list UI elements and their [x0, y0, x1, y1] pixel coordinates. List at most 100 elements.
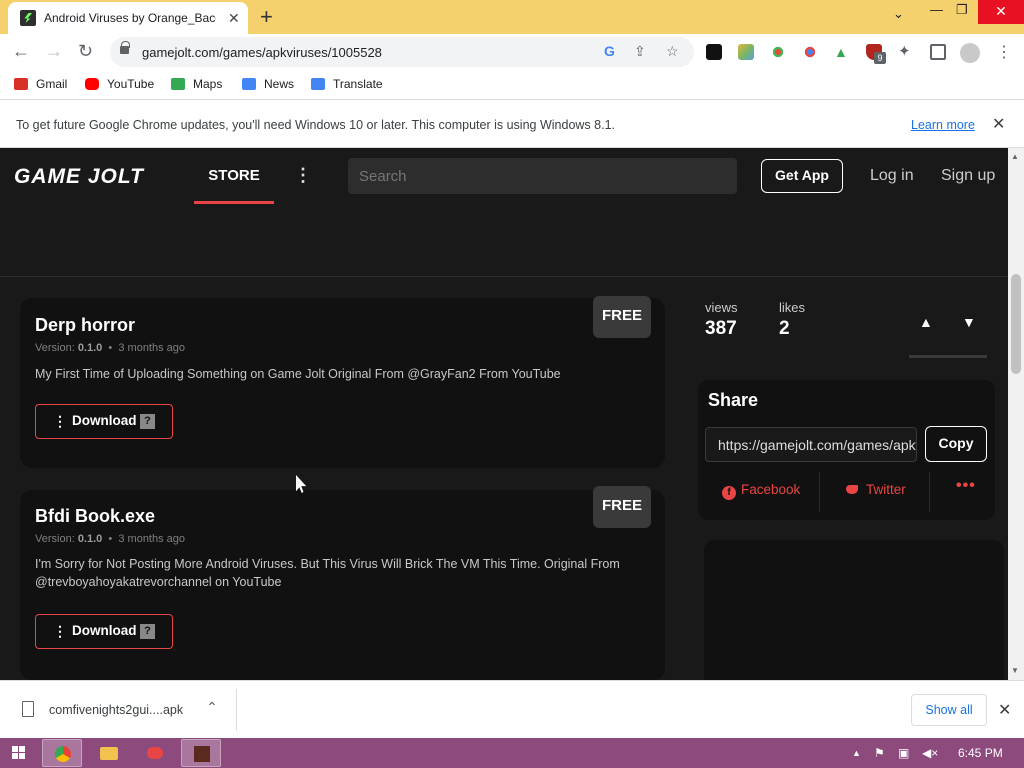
nav-store-tab[interactable]: STORE: [194, 148, 274, 204]
extension-roblox-icon[interactable]: [706, 44, 722, 60]
taskbar-explorer-icon[interactable]: [89, 739, 129, 767]
share-divider: [929, 472, 930, 512]
tab-strip: Android Viruses by Orange_Bacon ✕ + ⌄ — …: [0, 0, 1024, 34]
gmail-icon: [14, 78, 28, 90]
chrome-menu-icon[interactable]: ⋮: [996, 42, 1012, 62]
free-badge: FREE: [593, 486, 651, 528]
taskbar-chrome-icon[interactable]: [42, 739, 82, 767]
views-count: 387: [705, 318, 737, 339]
site-search-input[interactable]: [348, 158, 737, 194]
infobar-close-icon[interactable]: ✕: [992, 114, 1005, 134]
address-bar[interactable]: gamejolt.com/games/apkviruses/1005528 G …: [110, 37, 694, 67]
lock-icon[interactable]: [120, 41, 130, 54]
bookmark-gmail[interactable]: Gmail: [14, 77, 67, 91]
url-text[interactable]: gamejolt.com/games/apkviruses/1005528: [142, 45, 382, 60]
post-title[interactable]: Derp horror: [35, 315, 135, 336]
downloaded-file-name[interactable]: comfivenights2gui....apk: [49, 703, 183, 717]
facebook-share-link[interactable]: f Facebook: [722, 482, 800, 500]
reload-icon[interactable]: ↻: [78, 42, 93, 60]
forward-icon[interactable]: →: [45, 42, 63, 60]
learn-more-link[interactable]: Learn more: [911, 118, 975, 132]
copy-button[interactable]: Copy: [925, 426, 987, 462]
post-title[interactable]: Bfdi Book.exe: [35, 506, 155, 527]
new-tab-button[interactable]: +: [260, 6, 273, 28]
windows-taskbar: ▲ ⚑ ▣ ◀× 6:45 PM: [0, 738, 1024, 768]
game-post-card: Bfdi Book.exe FREE Version: 0.1.0 • 3 mo…: [20, 486, 665, 680]
show-all-button[interactable]: Show all: [911, 694, 987, 726]
get-app-button[interactable]: Get App: [761, 159, 843, 193]
like-thumbs-up-icon[interactable]: ▲: [919, 314, 933, 330]
login-link[interactable]: Log in: [870, 167, 914, 185]
gamejolt-favicon-icon: [20, 10, 36, 26]
news-icon: [242, 78, 256, 90]
side-panel-icon[interactable]: [930, 44, 946, 60]
post-meta: Version: 0.1.0 • 3 months ago: [35, 533, 186, 545]
help-icon: ?: [140, 414, 155, 429]
update-infobar: To get future Google Chrome updates, you…: [0, 100, 1024, 148]
browser-toolbar: ← → ↻ gamejolt.com/games/apkviruses/1005…: [0, 34, 1024, 70]
post-description: My First Time of Uploading Something on …: [35, 367, 561, 381]
clock[interactable]: 6:45 PM: [958, 746, 1003, 760]
bookmark-youtube[interactable]: YouTube: [85, 77, 154, 91]
twitter-share-link[interactable]: Twitter: [846, 482, 906, 497]
header-divider: [0, 276, 1008, 277]
google-lens-icon[interactable]: G: [604, 43, 615, 59]
facebook-icon: f: [722, 486, 736, 500]
extension-image-icon[interactable]: [738, 44, 754, 60]
extension-badge: 9: [874, 52, 886, 64]
extension-green-icon[interactable]: ▲: [834, 44, 850, 60]
dislike-thumbs-down-icon[interactable]: ▼: [962, 314, 976, 330]
tab-close-icon[interactable]: ✕: [228, 10, 240, 26]
tab-search-chevron-icon[interactable]: ⌄: [893, 6, 904, 22]
browser-tab[interactable]: Android Viruses by Orange_Bacon ✕: [8, 2, 248, 34]
bookmark-maps[interactable]: Maps: [171, 77, 222, 91]
like-ratio-bar: [909, 355, 987, 358]
shelf-close-icon[interactable]: ✕: [998, 700, 1011, 720]
bookmark-star-icon[interactable]: ☆: [666, 43, 679, 60]
twitter-icon: [846, 483, 860, 495]
post-description: I'm Sorry for Not Posting More Android V…: [35, 557, 620, 589]
extension-dots-2-icon[interactable]: [802, 44, 818, 60]
gamejolt-logo[interactable]: GAME JOLT: [14, 165, 144, 189]
file-options-chevron-icon[interactable]: ⌃: [206, 699, 218, 716]
extension-shield-icon[interactable]: 9: [866, 44, 886, 64]
maps-icon: [171, 78, 185, 90]
bookmark-news[interactable]: News: [242, 77, 294, 91]
youtube-icon: [85, 78, 99, 90]
minimize-button[interactable]: —: [930, 2, 943, 17]
volume-muted-icon[interactable]: ◀×: [922, 746, 938, 760]
kebab-icon: ⋮: [53, 623, 67, 639]
nav-more-icon[interactable]: ⋮: [294, 165, 312, 186]
download-button[interactable]: ⋮ Download ?: [35, 614, 173, 649]
share-more-icon[interactable]: •••: [956, 477, 976, 495]
likes-count: 2: [779, 318, 790, 339]
extensions-puzzle-icon[interactable]: ✦: [898, 44, 914, 60]
translate-icon: [311, 78, 325, 90]
infobar-message: To get future Google Chrome updates, you…: [16, 118, 615, 132]
action-center-flag-icon[interactable]: ⚑: [874, 746, 885, 760]
extension-dots-icon[interactable]: [770, 44, 786, 60]
profile-avatar-icon[interactable]: [960, 43, 980, 63]
download-button[interactable]: ⋮ Download ?: [35, 404, 173, 439]
scroll-down-arrow-icon[interactable]: ▼: [1011, 666, 1019, 675]
share-panel: Share Copy fFacebook Twitter •••: [698, 380, 995, 520]
window-close-button[interactable]: ✕: [978, 0, 1024, 24]
taskbar-app-2-icon[interactable]: [181, 739, 221, 767]
page-scrollbar[interactable]: ▲ ▼: [1008, 148, 1024, 680]
taskbar-app-icon[interactable]: [135, 739, 175, 767]
back-icon[interactable]: ←: [12, 42, 30, 60]
likes-label: likes: [779, 300, 806, 315]
scrollbar-thumb[interactable]: [1011, 274, 1021, 374]
signup-link[interactable]: Sign up: [941, 167, 995, 185]
network-icon[interactable]: ▣: [898, 746, 909, 760]
tab-title: Android Viruses by Orange_Bacon: [44, 11, 216, 25]
windows-start-icon[interactable]: [12, 746, 26, 760]
share-url-field[interactable]: [705, 427, 917, 462]
share-divider: [819, 472, 820, 512]
tray-overflow-icon[interactable]: ▲: [852, 748, 861, 758]
scroll-up-arrow-icon[interactable]: ▲: [1011, 152, 1019, 161]
download-shelf: comfivenights2gui....apk ⌃ Show all ✕: [0, 680, 1024, 738]
bookmark-translate[interactable]: Translate: [311, 77, 383, 91]
restore-button[interactable]: ❐: [956, 2, 968, 18]
share-page-icon[interactable]: ⇪: [634, 43, 646, 60]
